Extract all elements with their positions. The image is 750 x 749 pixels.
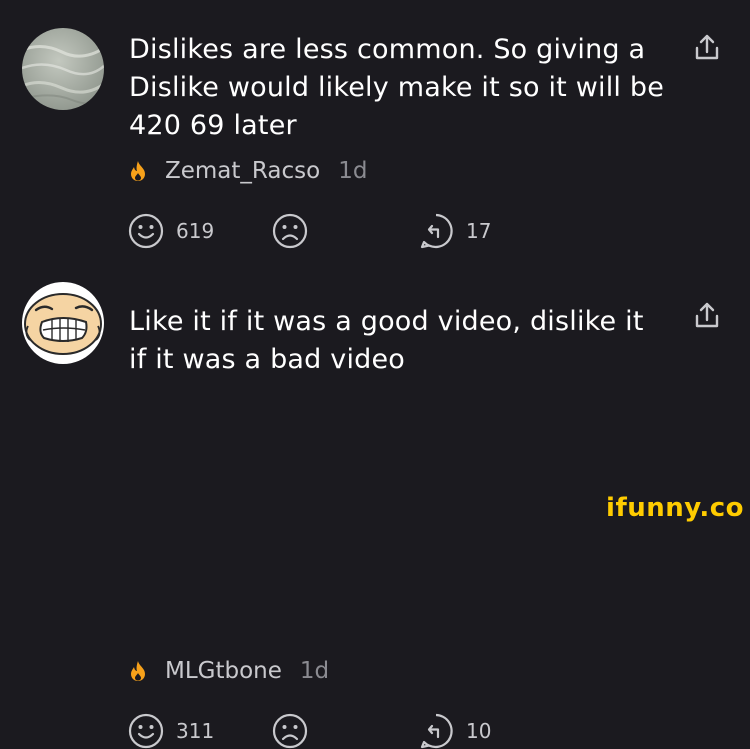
timestamp: 1d: [299, 658, 330, 684]
comment-meta: MLGtbone 1d: [129, 658, 329, 684]
fire-icon: [131, 161, 145, 181]
like-count: 619: [176, 219, 215, 243]
dislike-button[interactable]: [272, 213, 308, 249]
comment-actions: 619 17: [128, 213, 528, 249]
frown-icon: [272, 213, 308, 249]
like-count: 311: [176, 719, 215, 743]
dislike-button[interactable]: [272, 713, 308, 749]
comment-actions: 311 10: [128, 713, 528, 749]
reply-button[interactable]: 10: [418, 713, 491, 749]
reply-icon: [420, 713, 453, 749]
like-button[interactable]: 619: [128, 213, 214, 249]
frown-icon: [272, 713, 308, 749]
smile-icon: [128, 713, 164, 749]
reply-count: 17: [466, 219, 492, 243]
share-icon[interactable]: [693, 300, 721, 330]
username[interactable]: MLGtbone: [165, 658, 282, 684]
reply-icon: [420, 213, 453, 249]
smile-icon: [128, 213, 164, 249]
watermark-logo: ifunny.co: [606, 493, 744, 523]
fire-icon: [131, 661, 145, 681]
user-avatar[interactable]: [22, 282, 104, 364]
comment-text: Dislikes are less common. So giving a Di…: [129, 34, 665, 141]
like-button[interactable]: 311: [128, 713, 214, 749]
timestamp: 1d: [338, 158, 368, 184]
reply-count: 10: [466, 719, 492, 743]
user-avatar[interactable]: [22, 28, 104, 110]
reply-button[interactable]: 17: [418, 213, 491, 249]
username[interactable]: Zemat_Racso: [165, 158, 320, 184]
share-icon[interactable]: [693, 32, 721, 62]
comment-text: Like it if it was a good video, dislike …: [129, 306, 644, 375]
comment-meta: Zemat_Racso 1d: [129, 158, 367, 184]
